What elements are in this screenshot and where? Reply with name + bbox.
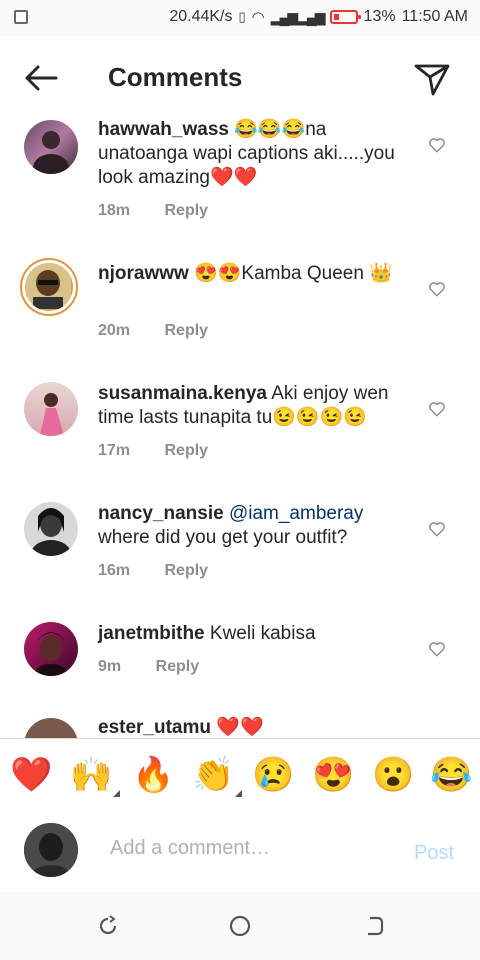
comment-meta: 9m Reply — [98, 658, 199, 676]
reply-button[interactable]: Reply — [164, 322, 208, 339]
comment-time: 17m — [98, 442, 131, 459]
avatar[interactable] — [24, 502, 78, 556]
comment-text: where did you get your outfit? — [98, 527, 348, 548]
skin-tone-indicator-icon — [113, 790, 121, 797]
comment-time: 9m — [98, 658, 122, 675]
image-notification-icon — [14, 10, 28, 24]
recent-apps-icon[interactable] — [96, 914, 120, 938]
reply-button[interactable]: Reply — [164, 202, 208, 219]
vibrate-icon: ▯ — [238, 9, 246, 24]
reply-button[interactable]: Reply — [164, 562, 208, 579]
status-bar: 20.44K/s ▯ ◠ ▂▄▆ ▂▄▆ 13% 11:50 AM — [0, 0, 480, 36]
comment-meta: 20m Reply — [98, 322, 208, 340]
battery-icon — [329, 10, 361, 24]
emoji-surprised-face[interactable]: 😮 — [372, 755, 414, 795]
like-heart-icon[interactable] — [428, 136, 446, 154]
comment-text: 😍😍Kamba Queen 👑 — [194, 263, 393, 284]
emoji-fire[interactable]: 🔥 — [132, 755, 174, 795]
reply-button[interactable]: Reply — [164, 442, 208, 459]
emoji-red-heart[interactable]: ❤️ — [10, 755, 52, 795]
comment-username[interactable]: hawwah_wass — [98, 119, 229, 140]
avatar[interactable] — [24, 622, 78, 676]
page-title: Comments — [108, 62, 243, 92]
clock: 11:50 AM — [401, 8, 468, 25]
emoji-tears-of-joy[interactable]: 😂 — [430, 755, 472, 795]
comment-username[interactable]: ester_utamu — [98, 717, 211, 738]
wifi-icon: ◠ — [251, 9, 265, 26]
signal-icon: ▂▄▆ ▂▄▆ — [270, 8, 326, 25]
comment-text: ❤️❤️ — [216, 717, 264, 738]
comment-mention[interactable]: @iam_amberay — [229, 503, 363, 524]
post-button[interactable]: Post — [414, 842, 454, 865]
back-nav-icon[interactable] — [362, 914, 386, 938]
emoji-heart-eyes[interactable]: 😍 — [312, 755, 354, 795]
emoji-raising-hands[interactable]: 🙌 — [70, 755, 121, 797]
avatar[interactable] — [24, 718, 78, 738]
comments-list[interactable]: hawwah_wass 😂😂😂na unatoanga wapi caption… — [0, 112, 480, 738]
avatar[interactable] — [24, 120, 78, 174]
emoji-clapping-hands[interactable]: 👏 — [192, 755, 243, 797]
comment-body: njorawww 😍😍Kamba Queen 👑 — [98, 262, 418, 286]
reply-button[interactable]: Reply — [156, 658, 200, 675]
header: Comments — [0, 36, 480, 122]
skin-tone-indicator-icon — [235, 790, 243, 797]
network-speed: 20.44K/s — [169, 8, 233, 25]
comment-composer: Post — [0, 812, 480, 892]
like-heart-icon[interactable] — [428, 400, 446, 418]
avatar[interactable] — [24, 382, 78, 436]
comment-body: ester_utamu ❤️❤️ — [98, 716, 418, 738]
comment-text: Kweli kabisa — [209, 623, 316, 644]
home-icon[interactable] — [228, 914, 252, 938]
comment-body: susanmaina.kenya Aki enjoy wen time last… — [98, 382, 418, 430]
battery-percent: 13% — [363, 8, 396, 25]
emoji-clapping-hands-glyph: 👏 — [192, 756, 235, 794]
send-icon[interactable] — [412, 58, 452, 98]
comment-time: 16m — [98, 562, 131, 579]
comment-body: janetmbithe Kweli kabisa — [98, 622, 418, 646]
emoji-crying-face[interactable]: 😢 — [252, 755, 294, 795]
emoji-raising-hands-glyph: 🙌 — [70, 756, 113, 794]
comment-username[interactable]: njorawww — [98, 263, 189, 284]
comment-time: 20m — [98, 322, 131, 339]
comment-input[interactable] — [108, 836, 392, 861]
emoji-quick-bar: ❤️ 🙌 🔥 👏 😢 😍 😮 😂 — [0, 738, 480, 814]
comment-username[interactable]: susanmaina.kenya — [98, 383, 267, 404]
comment-username[interactable]: janetmbithe — [98, 623, 205, 644]
comment-meta: 18m Reply — [98, 202, 208, 220]
comment-username[interactable]: nancy_nansie — [98, 503, 224, 524]
status-right: 20.44K/s ▯ ◠ ▂▄▆ ▂▄▆ 13% 11:50 AM — [169, 8, 468, 26]
like-heart-icon[interactable] — [428, 520, 446, 538]
like-heart-icon[interactable] — [428, 640, 446, 658]
avatar-with-story-ring[interactable] — [20, 258, 78, 316]
comment-meta: 17m Reply — [98, 442, 208, 460]
current-user-avatar — [24, 823, 78, 877]
comment-time: 18m — [98, 202, 131, 219]
system-nav-bar — [0, 892, 480, 960]
comment-meta: 16m Reply — [98, 562, 208, 580]
back-arrow-icon[interactable] — [22, 58, 62, 98]
like-heart-icon[interactable] — [428, 280, 446, 298]
comment-body: hawwah_wass 😂😂😂na unatoanga wapi caption… — [98, 118, 418, 190]
comment-body: nancy_nansie @iam_amberay where did you … — [98, 502, 418, 550]
